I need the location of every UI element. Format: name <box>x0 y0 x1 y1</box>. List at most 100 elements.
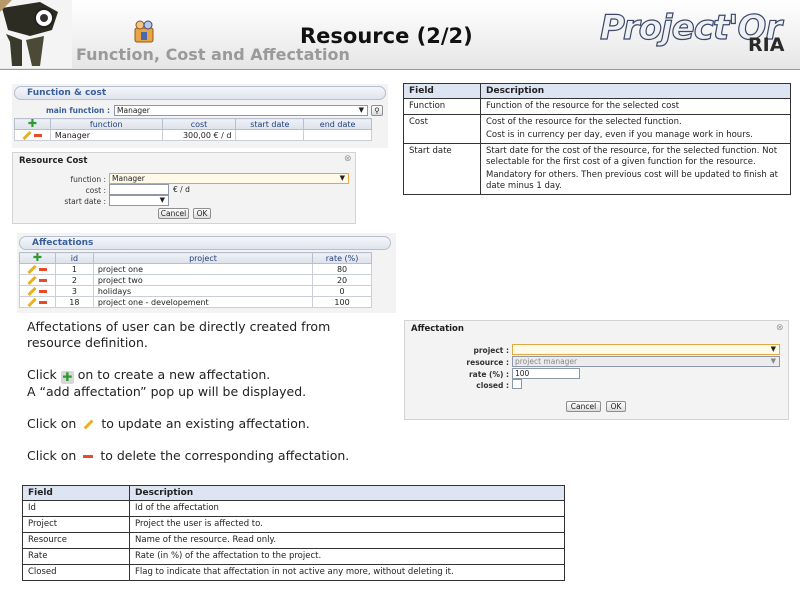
field-name: Rate <box>22 548 130 565</box>
resource-select: project manager ▼ <box>512 356 780 367</box>
field-description: Flag to indicate that affectation in not… <box>129 564 565 581</box>
start-date-label: start date : <box>64 197 106 206</box>
field-name: Closed <box>22 564 130 581</box>
cost-field-description-table: Field Description Function Function of t… <box>403 83 791 195</box>
table-row[interactable]: 2 project two 20 <box>19 274 372 286</box>
instruction-intro: Affectations of user can be directly cre… <box>27 319 331 350</box>
slide-subtitle: Function, Cost and Affectation <box>76 45 350 64</box>
chevron-down-icon: ▼ <box>159 196 165 204</box>
function-select[interactable]: Manager ▼ <box>109 173 349 184</box>
col-id[interactable]: id <box>54 252 94 264</box>
field-description: Cost is in currency per day, even if you… <box>486 130 753 140</box>
chevron-down-icon: ▼ <box>358 106 364 114</box>
edit-icon[interactable] <box>27 264 38 274</box>
search-button[interactable]: ⚲ <box>371 105 383 116</box>
table-row: Function Function of the resource for th… <box>403 98 791 115</box>
edit-icon[interactable] <box>27 275 38 285</box>
resource-icon <box>134 20 154 43</box>
col-start-date[interactable]: start date <box>235 118 305 130</box>
chevron-down-icon: ▼ <box>339 174 345 182</box>
delete-icon[interactable] <box>39 289 48 293</box>
table-row: Id Id of the affectation <box>22 500 565 517</box>
table-row[interactable]: 1 project one 80 <box>19 263 372 275</box>
instruction-text: on to create a new affectation. <box>77 367 271 382</box>
chevron-down-icon: ▼ <box>770 357 776 365</box>
function-cost-section-header[interactable]: Function & cost <box>14 86 386 100</box>
instructions: Affectations of user can be directly cre… <box>27 319 387 464</box>
col-project[interactable]: project <box>92 252 314 264</box>
field-description: Function of the resource for the selecte… <box>486 101 680 111</box>
rate-label: rate (%) : <box>468 370 509 379</box>
cost-unit: € / d <box>173 185 190 194</box>
table-row[interactable]: 18 project one - developement 100 <box>19 296 372 308</box>
delete-icon[interactable] <box>39 267 48 271</box>
close-icon[interactable]: ⊗ <box>776 323 784 333</box>
affectations-section-title: Affectations <box>32 238 94 248</box>
ok-button[interactable]: OK <box>193 208 211 219</box>
affectation-field-description-table: Field Description Id Id of the affectati… <box>22 485 565 581</box>
col-rate[interactable]: rate (%) <box>312 252 372 264</box>
function-cost-table: ✚ function cost start date end date Mana… <box>14 118 372 141</box>
description-header: Description <box>129 485 565 501</box>
instruction-create: Click ✚ on to create a new affectation. <box>27 367 387 384</box>
function-label: function : <box>70 175 106 184</box>
project-label: project : <box>473 346 509 355</box>
project-select[interactable]: ▼ <box>512 344 780 355</box>
edit-icon[interactable] <box>27 286 38 296</box>
table-row: Resource Name of the resource. Read only… <box>22 532 565 549</box>
field-description: Rate (in %) of the affectation to the pr… <box>129 548 565 565</box>
add-icon[interactable]: ✚ <box>33 251 42 264</box>
add-affectation-header[interactable]: ✚ <box>19 251 56 264</box>
col-end-date[interactable]: end date <box>303 118 372 130</box>
field-description: Name of the resource. Read only. <box>129 532 565 549</box>
rate-value: 100 <box>515 369 530 378</box>
table-row[interactable]: 3 holidays 0 <box>19 285 372 297</box>
brand-suffix: RIA <box>748 34 785 56</box>
instruction-text: Click on <box>27 416 77 431</box>
edit-icon[interactable] <box>22 130 33 140</box>
affectations-table: ✚ id project rate (%) 1 project one 80 2… <box>19 252 372 308</box>
cell-rate: 20 <box>312 274 372 286</box>
delete-icon[interactable] <box>39 278 48 282</box>
field-description: Project the user is affected to. <box>129 516 565 533</box>
table-row[interactable]: Manager 300,00 € / d <box>14 129 372 141</box>
cell-project: project two <box>92 274 314 286</box>
cost-input[interactable] <box>109 184 169 195</box>
col-cost[interactable]: cost <box>161 118 237 130</box>
cancel-button[interactable]: Cancel <box>158 208 189 219</box>
resource-cost-dialog-title: Resource Cost <box>19 156 88 166</box>
delete-icon[interactable] <box>34 133 43 137</box>
resource-label: resource : <box>466 358 509 367</box>
affectations-section-header[interactable]: Affectations <box>19 236 391 250</box>
table-row: Start date Start date for the cost of th… <box>403 143 791 195</box>
cell-start-date <box>235 129 305 141</box>
edit-icon <box>83 419 94 430</box>
start-date-input[interactable]: ▼ <box>109 195 169 206</box>
cell-end-date <box>303 129 372 141</box>
field-description: Id of the affectation <box>129 500 565 517</box>
table-row: Cost Cost of the resource for the select… <box>403 114 791 144</box>
table-row: Rate Rate (in %) of the affectation to t… <box>22 548 565 565</box>
closed-checkbox[interactable] <box>512 379 522 389</box>
affectation-dialog-title: Affectation <box>411 324 464 334</box>
field-header: Field <box>403 83 481 99</box>
add-cost-header[interactable]: ✚ <box>14 117 51 130</box>
add-icon[interactable]: ✚ <box>28 117 37 130</box>
instruction-text: Click <box>27 367 57 382</box>
add-icon: ✚ <box>60 370 74 384</box>
close-icon[interactable]: ⊗ <box>344 154 352 164</box>
search-icon: ⚲ <box>374 106 380 115</box>
field-name: Project <box>22 516 130 533</box>
instruction-delete: Click on to delete the corresponding aff… <box>27 448 387 464</box>
ok-button[interactable]: OK <box>606 401 626 412</box>
cancel-button[interactable]: Cancel <box>566 401 601 412</box>
main-function-select[interactable]: Manager ▼ <box>114 105 368 116</box>
cell-project: project one <box>92 263 314 275</box>
delete-icon[interactable] <box>39 300 48 304</box>
field-name: Start date <box>403 143 481 195</box>
edit-icon[interactable] <box>27 297 38 307</box>
function-value: Manager <box>112 174 145 183</box>
field-description: Start date for the cost of the resource,… <box>486 146 778 167</box>
rate-input[interactable]: 100 <box>512 368 580 379</box>
col-function[interactable]: function <box>49 118 163 130</box>
